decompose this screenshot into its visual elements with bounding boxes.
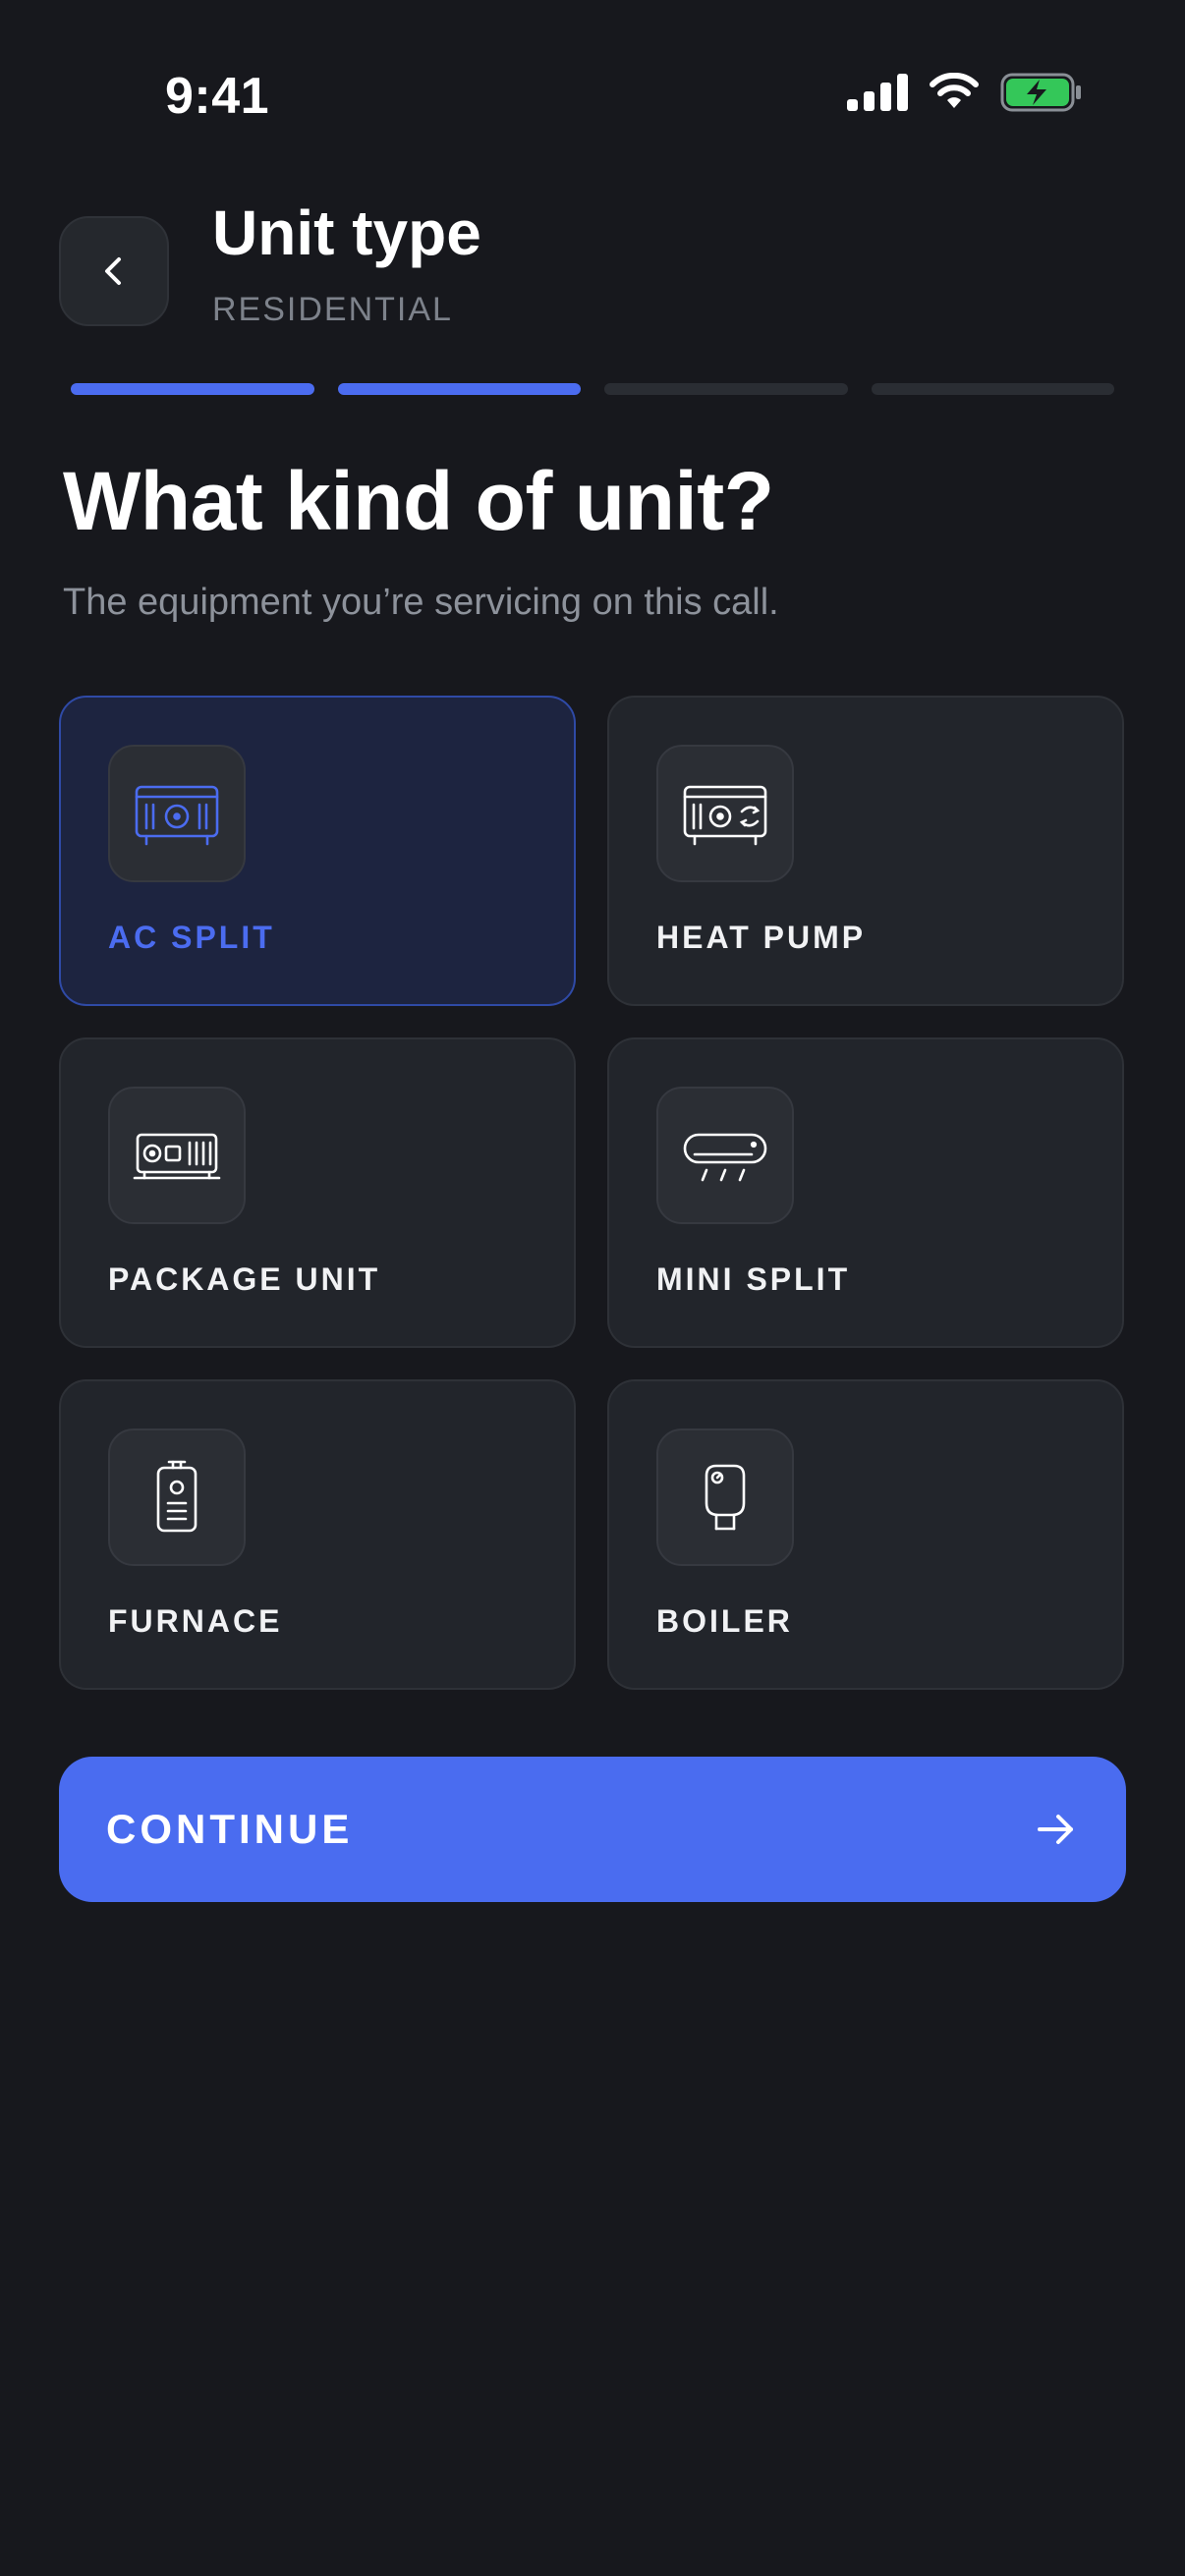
- arrow-right-icon: [1038, 1815, 1073, 1844]
- option-package-unit[interactable]: PACKAGE UNIT: [59, 1037, 576, 1348]
- option-label: AC SPLIT: [108, 920, 275, 955]
- option-label: HEAT PUMP: [656, 920, 867, 955]
- continue-label: CONTINUE: [106, 1806, 354, 1852]
- option-ac-split[interactable]: AC SPLIT: [59, 696, 576, 1006]
- battery-charging-icon: [1000, 73, 1081, 112]
- status-time: 9:41: [165, 68, 270, 125]
- option-boiler[interactable]: BOILER: [607, 1379, 1124, 1690]
- option-mini-split[interactable]: MINI SPLIT: [607, 1037, 1124, 1348]
- progress-step-2: [337, 383, 581, 395]
- wifi-icon: [930, 73, 979, 108]
- mini-split-icon: [656, 1087, 794, 1224]
- option-label: PACKAGE UNIT: [108, 1261, 381, 1297]
- ac-split-icon: [108, 745, 246, 882]
- unit-type-screen: 9:41 Unit type RESIDENTIAL What kind of …: [0, 0, 1185, 2576]
- option-label: MINI SPLIT: [656, 1261, 851, 1297]
- progress-step-4: [871, 383, 1114, 395]
- option-label: FURNACE: [108, 1603, 283, 1639]
- page-subtitle: RESIDENTIAL: [212, 291, 453, 328]
- question-title: What kind of unit?: [63, 455, 774, 547]
- option-heat-pump[interactable]: HEAT PUMP: [607, 696, 1124, 1006]
- heat-pump-icon: [656, 745, 794, 882]
- page-title: Unit type: [212, 197, 481, 268]
- chevron-left-icon: [105, 257, 121, 285]
- package-unit-icon: [108, 1087, 246, 1224]
- status-icons: [847, 73, 1083, 112]
- step-progress: [71, 383, 1114, 395]
- back-button[interactable]: [59, 216, 169, 326]
- continue-button[interactable]: CONTINUE: [59, 1757, 1126, 1902]
- option-label: BOILER: [656, 1603, 793, 1639]
- progress-step-3: [604, 383, 848, 395]
- furnace-icon: [108, 1428, 246, 1566]
- boiler-icon: [656, 1428, 794, 1566]
- question-subtitle: The equipment you’re servicing on this c…: [63, 582, 779, 623]
- progress-step-1: [71, 383, 314, 395]
- status-bar: 9:41: [0, 0, 1185, 192]
- option-furnace[interactable]: FURNACE: [59, 1379, 576, 1690]
- signal-icon: [847, 74, 908, 111]
